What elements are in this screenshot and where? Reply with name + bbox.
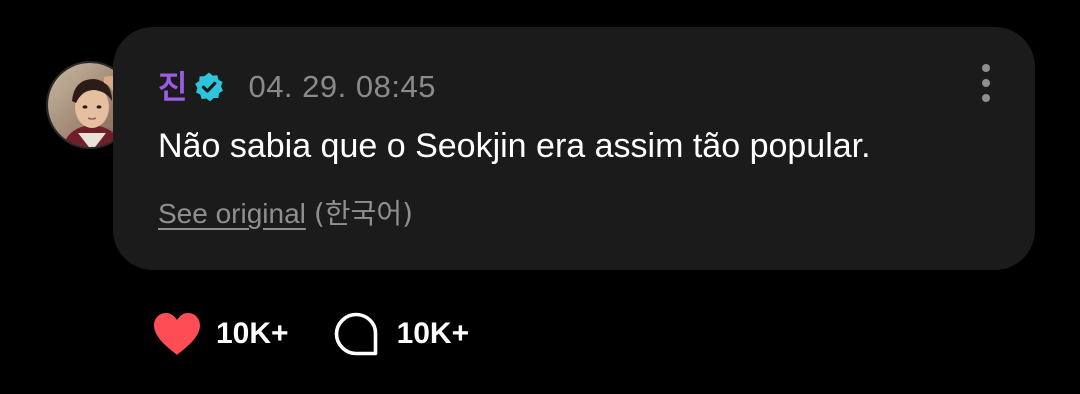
- author-name[interactable]: 진: [158, 65, 187, 109]
- comment-bubble-icon: [334, 312, 377, 356]
- see-original-link[interactable]: See original: [158, 198, 306, 229]
- comment-text: Não sabia que o Seokjin era assim tão po…: [158, 127, 871, 165]
- more-dot: [982, 94, 990, 102]
- translation-info: See original (한국어): [158, 194, 413, 234]
- like-button[interactable]: 10K+: [152, 308, 289, 360]
- action-bar: 10K+ 10K+: [152, 308, 469, 360]
- more-vertical-icon[interactable]: [979, 64, 993, 102]
- more-dot: [982, 79, 990, 87]
- more-dot: [982, 64, 990, 72]
- verified-badge-icon: [193, 71, 225, 103]
- timestamp: 04. 29. 08:45: [248, 69, 436, 104]
- heart-icon: [154, 313, 200, 355]
- comment-bubble: 진 04. 29. 08:45 Não sabia que o Seokjin …: [113, 27, 1035, 270]
- original-language-label: (한국어): [313, 197, 414, 230]
- like-count: 10K+: [216, 317, 289, 350]
- comment-button[interactable]: 10K+: [333, 308, 470, 360]
- comment-count: 10K+: [396, 317, 470, 350]
- post-container: 진 04. 29. 08:45 Não sabia que o Seokjin …: [0, 0, 1080, 394]
- post-header: 진 04. 29. 08:45: [158, 65, 436, 109]
